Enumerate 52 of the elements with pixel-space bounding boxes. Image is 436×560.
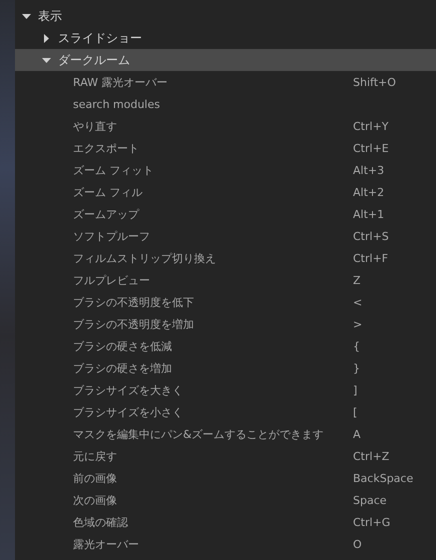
collapsed-arrow-icon[interactable] [42,34,51,42]
action-label: ブラシサイズを小さく [73,404,184,420]
action-label: 色域の確認 [73,514,129,530]
action-label: ズーム フィット [73,162,154,178]
shortcut-key: Space [353,494,387,506]
shortcut-key: Alt+3 [353,164,384,176]
action-label: 元に戻す [73,448,118,464]
shortcut-key: [ [353,406,358,418]
group-label: ダークルーム [58,52,130,68]
shortcut-key: Ctrl+G [353,516,390,528]
shortcut-key: A [353,428,361,440]
action-label: RAW 露光オーバー [73,74,168,90]
action-label: 次の画像 [73,492,118,508]
action-label: ブラシの硬さを低減 [73,338,173,354]
action-label: ズームアップ [73,206,140,222]
shortcut-key: } [353,362,360,374]
action-label: ズーム フィル [73,184,144,200]
shortcut-key: > [353,318,362,330]
action-label: やり直す [73,118,118,134]
shortcut-key: Ctrl+F [353,252,388,264]
group-label: スライドショー [58,30,142,46]
shortcut-key: Ctrl+S [353,230,389,242]
action-label: ソフトプルーフ [73,228,151,244]
shortcut-key: Ctrl+Z [353,450,390,462]
shortcut-key: < [353,296,362,308]
shortcut-key: Z [353,274,361,286]
action-label: ブラシの不透明度を増加 [73,316,195,332]
shortcut-key: Ctrl+E [353,142,389,154]
action-label: ブラシの硬さを増加 [73,360,173,376]
action-label: search modules [73,98,161,110]
action-label: フィルムストリップ切り換え [73,250,217,266]
action-label: ブラシの不透明度を低下 [73,294,195,310]
tree-group-row[interactable]: 表示 [15,5,436,27]
action-label: エクスポート [73,140,140,156]
shortcut-key: Shift+O [353,76,396,88]
shortcut-key: Ctrl+Y [353,120,389,132]
action-label: ブラシサイズを大きく [73,382,184,398]
shortcut-key: { [353,340,360,352]
group-label: 表示 [38,8,62,24]
action-label: 前の画像 [73,470,118,486]
shortcut-key: BackSpace [353,472,414,484]
action-label: フルプレビュー [73,272,151,288]
shortcut-key: O [353,538,362,550]
shortcut-key: Alt+2 [353,186,384,198]
tree-group-row[interactable]: ダークルーム [15,49,436,71]
expanded-arrow-icon[interactable] [22,12,31,20]
expanded-arrow-icon[interactable] [42,56,51,64]
shortcut-key: ] [353,384,358,396]
action-label: 露光オーバー [73,536,140,552]
tree-group-row[interactable]: スライドショー [15,27,436,49]
action-label: マスクを編集中にパン&ズームすることができます [73,426,325,442]
shortcut-key: Alt+1 [353,208,384,220]
